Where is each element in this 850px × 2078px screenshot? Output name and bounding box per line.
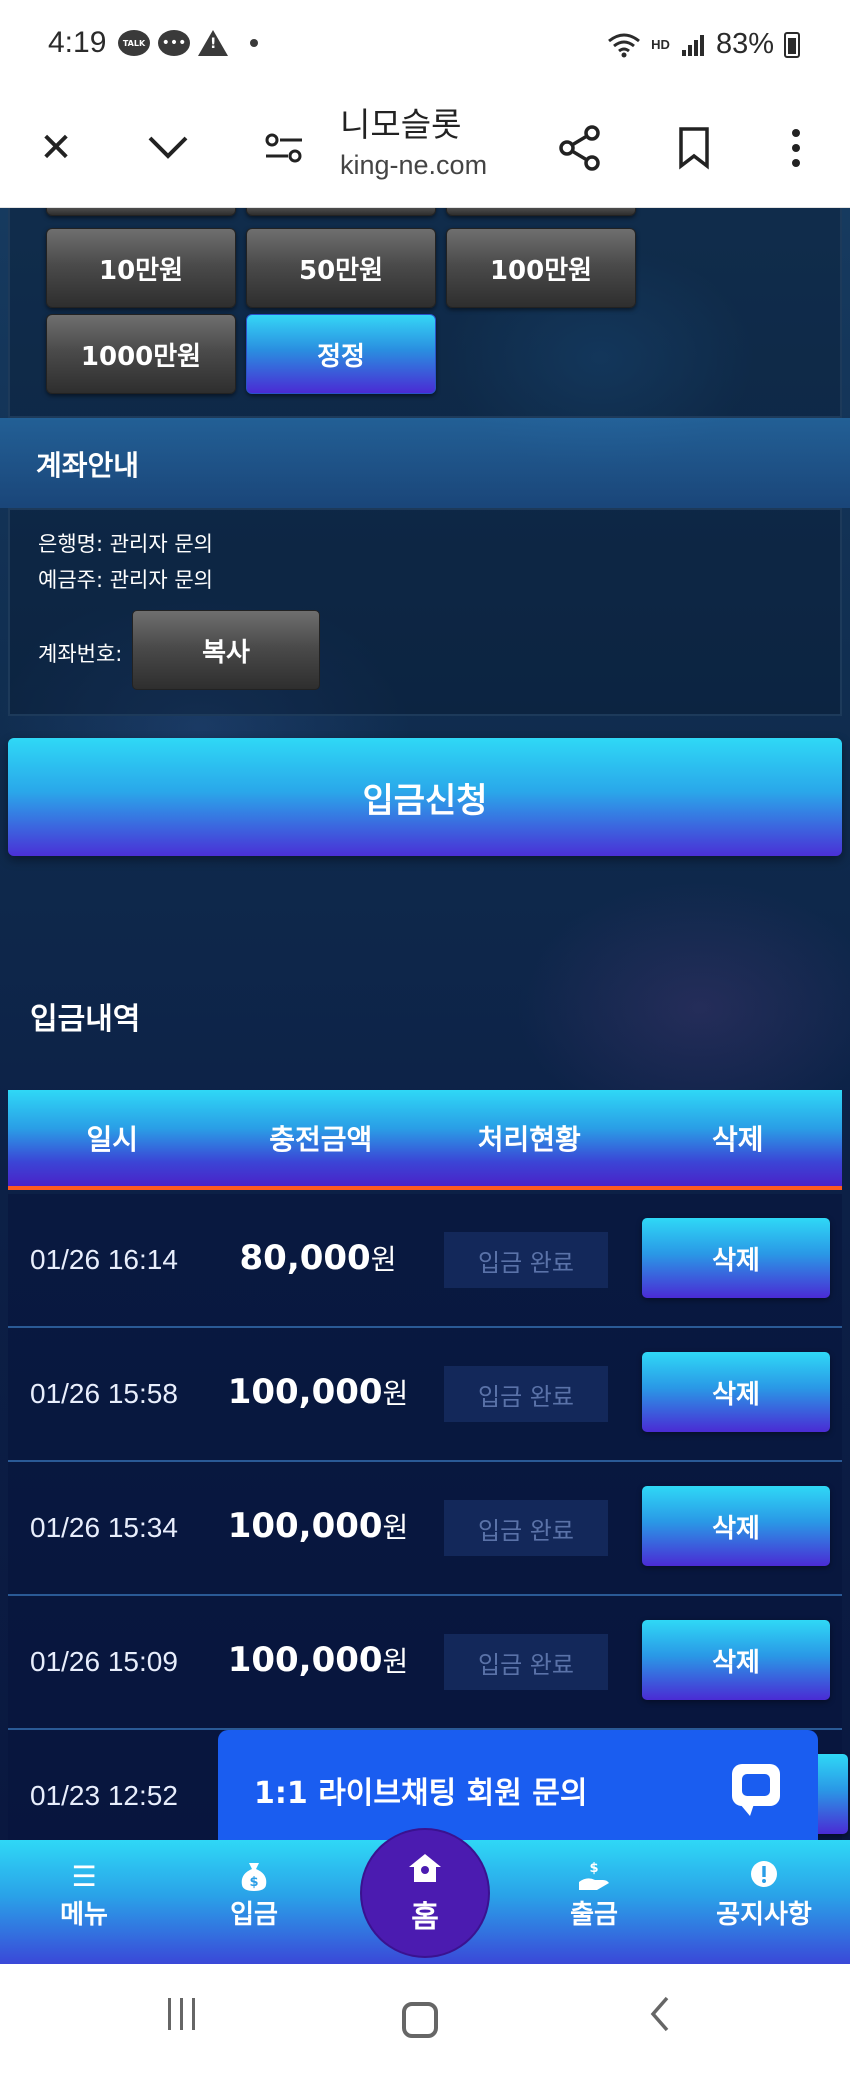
nav-notice-label: 공지사항 — [716, 1900, 812, 1930]
table-row: 01/26 15:58 100,000원 입금 완료 삭제 — [8, 1328, 842, 1462]
copy-account-button[interactable]: 복사 — [132, 610, 320, 690]
clock: 4:19 — [48, 26, 107, 59]
amount-button-500k[interactable]: 50만원 — [246, 228, 436, 308]
nav-withdraw[interactable]: $ 출금 — [524, 1860, 664, 1931]
signal-icon — [681, 34, 704, 56]
amount-button-100k[interactable]: 10만원 — [46, 228, 236, 308]
column-header-status: 처리현황 — [477, 1123, 581, 1156]
column-header-delete: 삭제 — [711, 1123, 764, 1156]
row-date: 01/23 12:52 — [30, 1780, 178, 1811]
reset-amount-button[interactable]: 정정 — [246, 314, 436, 394]
nav-home-label: 홈 — [411, 1900, 439, 1935]
browser-toolbar: ✕ 니모슬롯 king-ne.com — [0, 90, 850, 208]
back-icon[interactable] — [630, 1994, 690, 2044]
site-settings-icon[interactable] — [256, 120, 312, 176]
wifi-icon — [608, 33, 641, 57]
delete-button[interactable]: 삭제 — [642, 1620, 830, 1700]
row-status: 입금 완료 — [444, 1500, 608, 1556]
svg-text:$: $ — [589, 1861, 598, 1876]
account-info-header: 계좌안내 — [0, 418, 850, 508]
amount-unit: 원 — [382, 1511, 409, 1544]
battery-icon — [784, 31, 800, 58]
url-text[interactable]: king-ne.com — [340, 150, 487, 181]
amount-button-10m[interactable]: 1000만원 — [46, 314, 236, 394]
nav-deposit[interactable]: $ 입금 — [184, 1860, 324, 1931]
nav-menu-label: 메뉴 — [60, 1900, 108, 1930]
account-number-label: 계좌번호: — [38, 642, 123, 666]
amount-value: 100,000 — [227, 1506, 383, 1546]
account-holder: 예금주: 관리자 문의 — [38, 568, 213, 592]
row-amount: 100,000원 — [208, 1640, 428, 1680]
amount-unit: 원 — [370, 1243, 397, 1276]
hd-voice-icon: HD — [651, 37, 670, 52]
amount-buttons-panel: 10만원 50만원 100만원 1000만원 정정 — [8, 208, 842, 418]
bookmark-icon[interactable] — [666, 120, 722, 176]
table-row: 01/26 15:34 100,000원 입금 완료 삭제 — [8, 1462, 842, 1596]
deposit-request-button[interactable]: 입금신청 — [8, 738, 842, 856]
bank-name: 은행명: 관리자 문의 — [38, 532, 213, 556]
home-system-icon[interactable] — [402, 2002, 438, 2038]
status-bar: 4:19 TALK ••• HD 83% — [0, 0, 850, 90]
page-title: 니모슬롯 — [340, 105, 462, 144]
close-icon[interactable]: ✕ — [28, 120, 84, 176]
chevron-down-icon[interactable] — [140, 120, 196, 176]
page-content: 10만원 50만원 100만원 1000만원 정정 계좌안내 은행명: 관리자 … — [0, 208, 850, 1840]
hamburger-icon: ☰ — [71, 1860, 97, 1893]
deposit-history-title: 입금내역 — [30, 1002, 141, 1037]
more-options-icon[interactable] — [768, 120, 824, 176]
delete-button[interactable]: 삭제 — [642, 1218, 830, 1298]
section-title: 계좌안내 — [36, 449, 140, 482]
chat-bubble-icon — [732, 1764, 780, 1816]
live-chat-banner[interactable]: 1:1 라이브채팅 회원 문의 — [218, 1730, 818, 1848]
nav-deposit-label: 입금 — [230, 1900, 278, 1930]
row-amount: 100,000원 — [208, 1372, 428, 1412]
column-header-amount: 충전금액 — [269, 1123, 373, 1156]
account-info-panel: 은행명: 관리자 문의 예금주: 관리자 문의 계좌번호: 복사 — [8, 508, 842, 716]
share-icon[interactable] — [552, 120, 608, 176]
nav-menu[interactable]: ☰ 메뉴 — [14, 1860, 154, 1931]
amount-button-partial[interactable] — [246, 208, 436, 216]
amount-button-partial[interactable] — [46, 208, 236, 216]
amount-unit: 원 — [382, 1645, 409, 1678]
alert-circle-icon — [694, 1860, 834, 1894]
nav-notice[interactable]: 공지사항 — [694, 1860, 834, 1931]
svg-text:$: $ — [249, 1875, 258, 1890]
table-row: 01/26 16:14 80,000원 입금 완료 삭제 — [8, 1194, 842, 1328]
system-indicators: HD 83% — [607, 28, 800, 61]
row-date: 01/26 15:09 — [30, 1646, 178, 1677]
more-notifications-icon — [250, 39, 258, 47]
amount-value: 100,000 — [227, 1372, 383, 1412]
row-amount: 80,000원 — [208, 1238, 428, 1278]
notification-icons: TALK ••• — [118, 30, 258, 56]
message-icon: ••• — [158, 30, 190, 56]
row-status: 입금 완료 — [444, 1634, 608, 1690]
amount-button-partial[interactable] — [446, 208, 636, 216]
money-bag-icon: $ — [184, 1860, 324, 1894]
delete-button[interactable]: 삭제 — [642, 1352, 830, 1432]
row-date: 01/26 15:34 — [30, 1512, 178, 1543]
live-chat-label: 1:1 라이브채팅 회원 문의 — [254, 1776, 588, 1811]
kakaotalk-icon: TALK — [118, 30, 150, 56]
row-status: 입금 완료 — [444, 1366, 608, 1422]
amount-value: 100,000 — [227, 1640, 383, 1680]
column-header-date: 일시 — [86, 1123, 139, 1156]
row-date: 01/26 15:58 — [30, 1378, 178, 1409]
hand-money-icon: $ — [524, 1860, 664, 1894]
android-navigation-bar — [0, 1964, 850, 2078]
amount-button-1m[interactable]: 100만원 — [446, 228, 636, 308]
recent-apps-icon[interactable] — [152, 1994, 212, 2044]
amount-unit: 원 — [382, 1377, 409, 1410]
amount-value: 80,000 — [239, 1238, 371, 1278]
row-status: 입금 완료 — [444, 1232, 608, 1288]
nav-withdraw-label: 출금 — [570, 1900, 618, 1930]
row-date: 01/26 16:14 — [30, 1244, 178, 1275]
nav-home[interactable]: 홈 — [362, 1830, 488, 1956]
home-icon — [362, 1852, 488, 1892]
history-table-header: 일시 충전금액 처리현황 삭제 — [8, 1090, 842, 1190]
delete-button[interactable]: 삭제 — [642, 1486, 830, 1566]
warning-icon — [198, 30, 228, 56]
row-amount: 100,000원 — [208, 1506, 428, 1546]
battery-percent: 83% — [715, 28, 774, 60]
table-row: 01/26 15:09 100,000원 입금 완료 삭제 — [8, 1596, 842, 1730]
